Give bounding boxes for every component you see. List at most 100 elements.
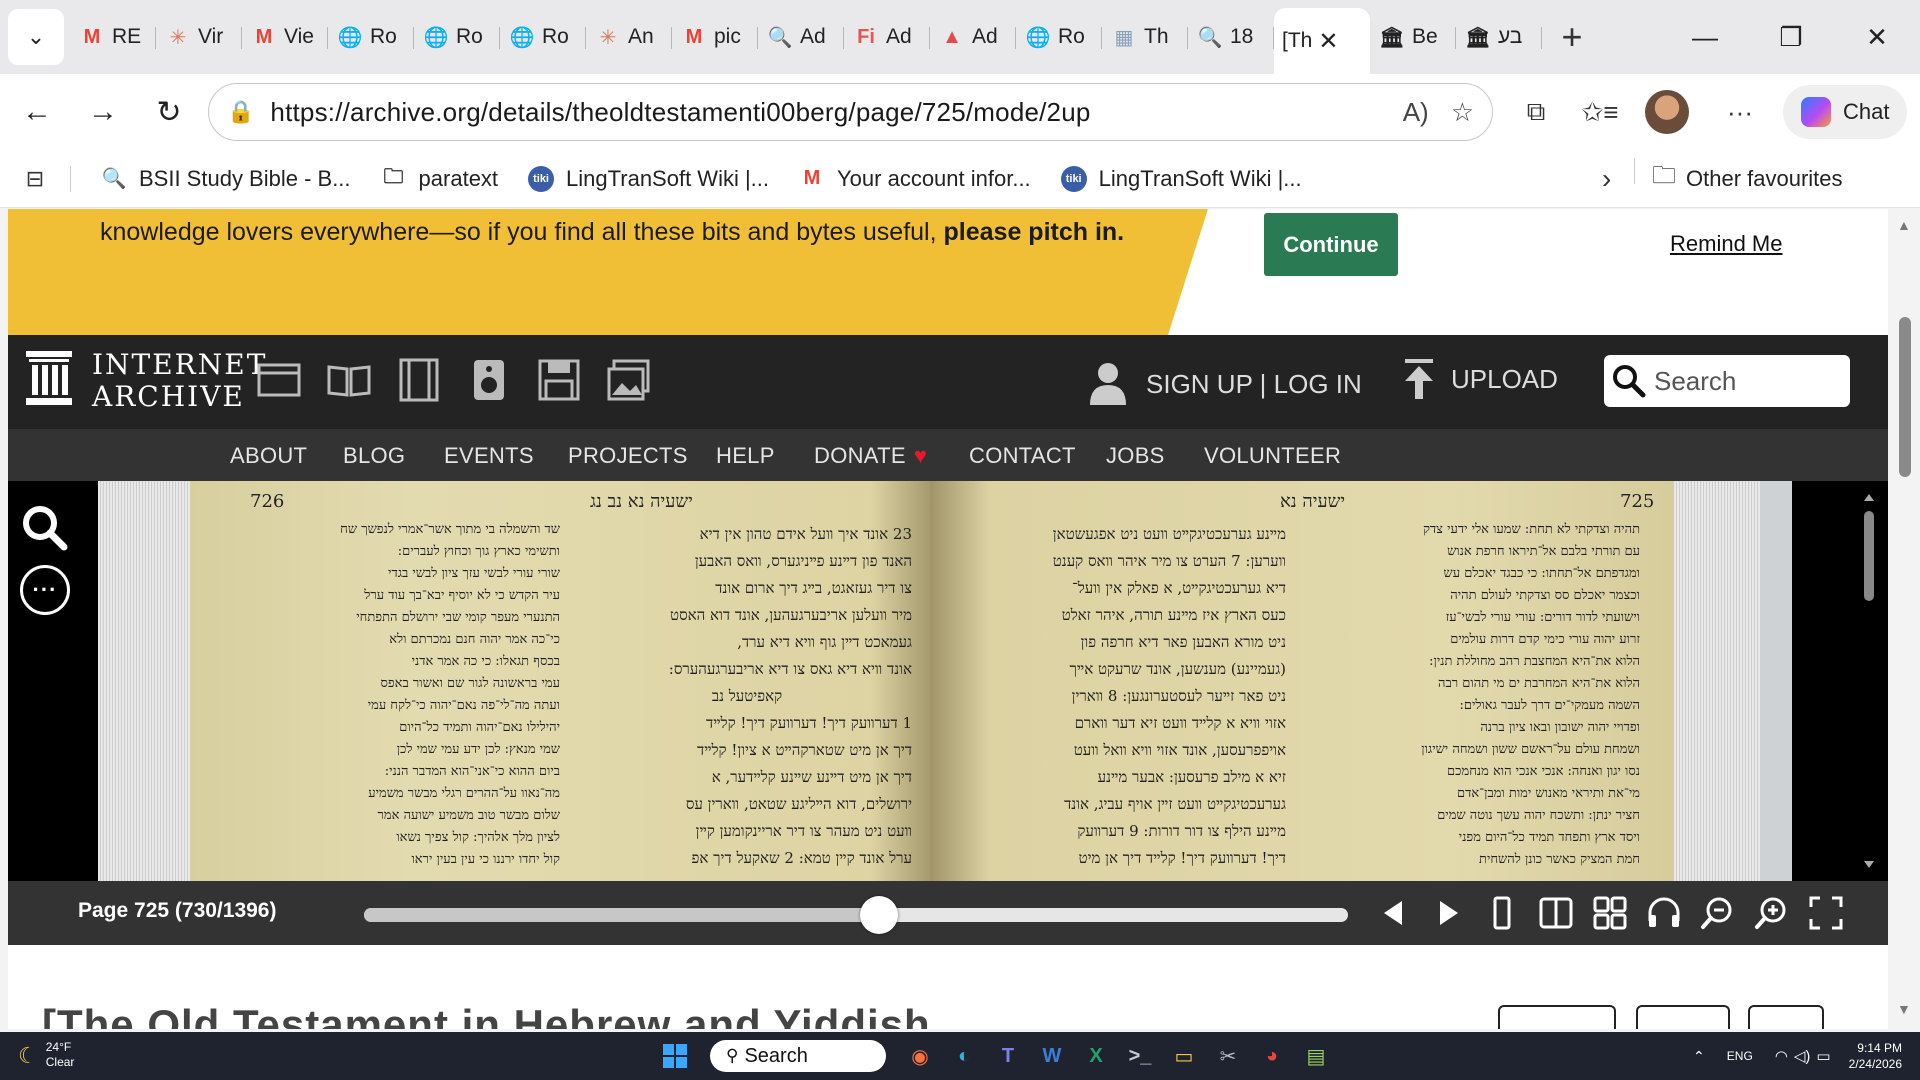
new-tab-button[interactable]: + — [1548, 13, 1596, 61]
ia-nav-projects[interactable]: PROJECTS — [568, 443, 688, 469]
ia-nav-events[interactable]: EVENTS — [444, 443, 534, 469]
signup-login-link[interactable]: SIGN UP | LOG IN — [1088, 361, 1362, 407]
forward-button[interactable]: → — [70, 79, 136, 145]
browser-tab[interactable]: ▲ Ad — [930, 9, 1016, 65]
browser-tab[interactable]: M RE — [70, 9, 156, 65]
bookmark-item[interactable]: tiki LingTranSoft Wiki |... — [1060, 165, 1302, 192]
snipping-tool-icon[interactable]: ✂ — [1206, 1037, 1250, 1075]
zoom-in-icon[interactable] — [1754, 895, 1790, 931]
bookmark-item[interactable]: M Your account infor... — [799, 166, 1031, 192]
previous-page-icon[interactable] — [1376, 895, 1412, 931]
other-favourites-folder[interactable]: 🗀 Other favourites — [1634, 158, 1843, 199]
browser-tab[interactable]: 🌐 Ro — [1016, 9, 1102, 65]
address-bar[interactable]: 🔒 https://archive.org/details/theoldtest… — [208, 83, 1493, 141]
ia-nav-jobs[interactable]: JOBS — [1106, 443, 1165, 469]
web-archive-icon[interactable] — [256, 357, 302, 403]
language-indicator[interactable]: ENG — [1727, 1049, 1753, 1063]
volume-icon[interactable]: ◁) — [1794, 1047, 1811, 1065]
bookmark-item[interactable]: 🔍 BSII Study Bible - B... — [101, 166, 351, 192]
favorites-button[interactable]: ✩≡ — [1571, 83, 1629, 141]
fullscreen-icon[interactable] — [1808, 895, 1844, 931]
internet-archive-logo-icon[interactable] — [26, 351, 72, 405]
browser-tab[interactable]: 🌐 Ro — [328, 9, 414, 65]
ia-nav-volunteer[interactable]: VOLUNTEER — [1204, 443, 1341, 469]
weather-widget[interactable]: ☾ 24°F Clear — [18, 1040, 74, 1070]
audio-icon[interactable] — [466, 357, 512, 403]
bookmark-item[interactable]: 🗀 paratext — [381, 166, 499, 192]
search-inside-icon[interactable] — [20, 503, 70, 553]
taskbar-search[interactable]: ⚲ Search — [710, 1040, 886, 1072]
copilot-chat-button[interactable]: Chat — [1783, 85, 1908, 139]
manage-tabs-button[interactable]: ⊟ — [0, 166, 70, 192]
chrome-icon[interactable]: ◕ — [1250, 1037, 1294, 1075]
firefox-icon[interactable]: ◉ — [898, 1037, 942, 1075]
browser-tab[interactable]: 🏛 בע — [1456, 9, 1542, 65]
browser-tab[interactable]: ✳ Vir — [156, 9, 242, 65]
close-tab-icon[interactable]: ✕ — [1318, 27, 1338, 56]
video-icon[interactable] — [396, 357, 442, 403]
back-button[interactable]: ← — [4, 79, 70, 145]
ia-search-box[interactable] — [1604, 355, 1850, 407]
browser-tab[interactable]: [Th ✕ — [1274, 8, 1370, 74]
restore-button[interactable]: ❐ — [1748, 0, 1834, 74]
edge-icon[interactable]: ◐ — [942, 1037, 986, 1075]
software-icon[interactable] — [536, 357, 582, 403]
ia-search-input[interactable] — [1654, 365, 1834, 397]
browser-tab[interactable]: 🔍 Ad — [758, 9, 844, 65]
more-favorites-button[interactable]: › — [1602, 163, 1611, 195]
start-button[interactable] — [656, 1037, 694, 1075]
more-options-button[interactable]: ··· — [20, 565, 70, 615]
read-aloud-icon[interactable]: A) — [1403, 97, 1429, 128]
page-scrollbar-thumb[interactable] — [1899, 317, 1911, 477]
images-icon[interactable] — [606, 357, 652, 403]
page-slider-handle[interactable] — [859, 896, 898, 934]
book-canvas[interactable]: 726 ישעיה נא נב נג שד והשמלה בי מתוך אשר… — [98, 481, 1792, 881]
book-page-right[interactable]: ישעיה נא 725 מײנע גערעכטיגקײט װעט ניט אפ… — [930, 481, 1674, 881]
refresh-button[interactable]: ↻ — [136, 79, 202, 145]
zoom-out-icon[interactable] — [1700, 895, 1736, 931]
url-text[interactable]: https://archive.org/details/theoldtestam… — [270, 97, 1380, 128]
book-page-left[interactable]: 726 ישעיה נא נב נג שד והשמלה בי מתוך אשר… — [190, 481, 930, 881]
terminal-icon[interactable]: >_ — [1118, 1037, 1162, 1075]
notepad-icon[interactable]: ▤ — [1294, 1037, 1338, 1075]
bookmark-item[interactable]: tiki LingTranSoft Wiki |... — [528, 165, 769, 192]
page-slider[interactable] — [364, 896, 1348, 934]
tray-overflow-icon[interactable]: ⌃ — [1693, 1048, 1705, 1065]
scroll-up-icon[interactable]: ▲ — [1897, 217, 1911, 233]
internet-archive-wordmark[interactable]: INTERNET ARCHIVE — [92, 349, 267, 413]
action-button-2[interactable] — [1636, 1005, 1730, 1029]
remind-me-link[interactable]: Remind Me — [1670, 231, 1782, 257]
thumbnail-view-icon[interactable] — [1592, 895, 1628, 931]
wifi-icon[interactable]: ◠ — [1775, 1047, 1788, 1065]
close-window-button[interactable]: ✕ — [1834, 0, 1920, 74]
clock[interactable]: 9:14 PM 2/24/2026 — [1849, 1040, 1902, 1072]
texts-icon[interactable] — [326, 357, 372, 403]
browser-tab[interactable]: Fi Ad — [844, 9, 930, 65]
ia-nav-donate[interactable]: DONATE ♥ — [814, 443, 927, 469]
page-scrollbar[interactable]: ▲ ▼ — [1890, 209, 1920, 1029]
next-page-icon[interactable] — [1430, 895, 1466, 931]
extensions-button[interactable]: ⧉ — [1507, 83, 1565, 141]
ia-nav-blog[interactable]: BLOG — [343, 443, 405, 469]
browser-tab[interactable]: ▦ Th — [1102, 9, 1188, 65]
browser-tab[interactable]: ✳ An — [586, 9, 672, 65]
reader-scrollbar[interactable] — [1862, 491, 1876, 871]
continue-button[interactable]: Continue — [1264, 213, 1398, 276]
action-button-3[interactable] — [1748, 1005, 1824, 1029]
excel-icon[interactable]: X — [1074, 1037, 1118, 1075]
two-page-view-icon[interactable] — [1538, 895, 1574, 931]
browser-tab[interactable]: 🌐 Ro — [414, 9, 500, 65]
tab-list-dropdown-button[interactable]: ⌄ — [8, 9, 64, 65]
more-menu-button[interactable]: ··· — [1711, 83, 1769, 141]
teams-icon[interactable]: T — [986, 1037, 1030, 1075]
scroll-down-icon[interactable]: ▼ — [1897, 1001, 1911, 1017]
browser-tab[interactable]: Mpic — [672, 9, 758, 65]
browser-tab[interactable]: 🌐 Ro — [500, 9, 586, 65]
read-aloud-headphones-icon[interactable] — [1646, 895, 1682, 931]
ia-nav-help[interactable]: HELP — [716, 443, 775, 469]
word-icon[interactable]: W — [1030, 1037, 1074, 1075]
minimize-button[interactable]: — — [1662, 0, 1748, 74]
browser-tab[interactable]: M Vie — [242, 9, 328, 65]
profile-avatar[interactable] — [1645, 90, 1689, 134]
browser-tab[interactable]: 🔍 18 — [1188, 9, 1274, 65]
